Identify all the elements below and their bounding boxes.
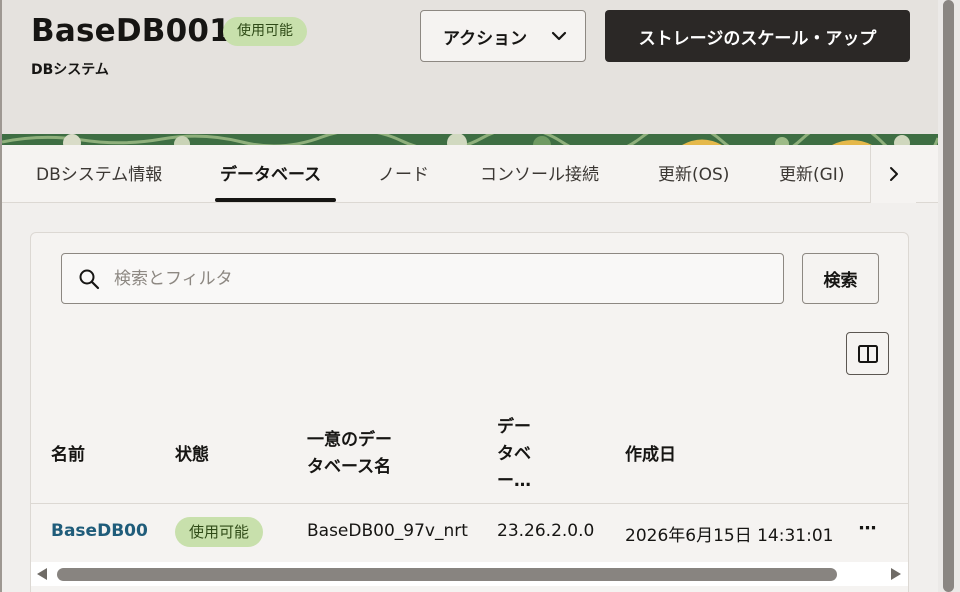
vertical-scrollbar-thumb[interactable]: [943, 0, 954, 592]
column-header-text: ー…: [497, 471, 531, 491]
search-input[interactable]: [114, 254, 774, 303]
tab-console-connection[interactable]: コンソール接続: [480, 145, 599, 203]
scroll-right-arrow-icon[interactable]: [891, 568, 901, 580]
search-button[interactable]: 検索: [802, 253, 879, 304]
decorative-banner: [2, 134, 938, 145]
search-field[interactable]: [61, 253, 784, 304]
columns-icon: [857, 344, 878, 363]
databases-panel: 検索 名前 状態 一意のデー タベース名 デー タベ ー… 作成日 BaseDB…: [30, 232, 909, 592]
column-header-name[interactable]: 名前: [51, 442, 85, 469]
table-horizontal-scrollbar[interactable]: [31, 562, 908, 586]
tab-db-system-info[interactable]: DBシステム情報: [36, 145, 162, 203]
column-header-text: 一意のデー: [307, 430, 392, 450]
resource-type-label: DBシステム: [31, 62, 109, 78]
scrollbar-thumb[interactable]: [57, 568, 837, 581]
column-header-status[interactable]: 状態: [175, 442, 209, 469]
db-version-cell: 23.26.2.0.0: [497, 521, 595, 541]
tab-updates-os[interactable]: 更新(OS): [658, 145, 729, 203]
database-name-link[interactable]: BaseDB00: [51, 521, 148, 541]
row-status-badge: 使用可能: [175, 517, 264, 547]
column-header-text: 作成日: [625, 445, 676, 465]
tab-nodes[interactable]: ノード: [378, 145, 429, 203]
column-header-text: 状態: [175, 445, 209, 465]
page-vertical-scrollbar[interactable]: [938, 0, 960, 592]
actions-button[interactable]: アクション: [420, 10, 586, 62]
unique-db-name-cell: BaseDB00_97v_nrt: [307, 521, 468, 541]
tabs-scroll-right-button[interactable]: [870, 145, 916, 203]
status-badge: 使用可能: [223, 17, 307, 46]
tab-bar: DBシステム情報 データベース ノード コンソール接続 更新(OS) 更新(GI…: [2, 145, 938, 203]
active-tab-indicator: [215, 198, 336, 202]
page-header: BaseDB001 使用可能 DBシステム アクション ストレージのスケール・ア…: [2, 0, 938, 134]
scroll-left-arrow-icon[interactable]: [37, 568, 47, 580]
tab-updates-gi[interactable]: 更新(GI): [779, 145, 844, 203]
column-header-text: 名前: [51, 445, 85, 465]
chevron-down-icon: [551, 31, 567, 41]
page-title: BaseDB001: [31, 13, 231, 49]
row-actions-more-icon[interactable]: ⋯: [853, 518, 883, 544]
column-header-text: デー: [497, 417, 531, 437]
column-header-created[interactable]: 作成日: [625, 442, 676, 469]
column-header-db-version[interactable]: デー タベ ー…: [497, 414, 531, 495]
column-header-text: タベース名: [307, 457, 392, 477]
column-header-text: タベ: [497, 444, 531, 464]
chevron-right-icon: [889, 167, 898, 181]
scale-up-storage-button[interactable]: ストレージのスケール・アップ: [605, 10, 910, 62]
tab-databases[interactable]: データベース: [220, 145, 321, 203]
column-header-unique-db-name[interactable]: 一意のデー タベース名: [307, 427, 392, 481]
created-date-cell: 2026年6月15日 14:31:01: [625, 526, 834, 546]
search-icon: [79, 269, 100, 290]
manage-columns-button[interactable]: [846, 332, 889, 375]
actions-button-label: アクション: [443, 28, 528, 49]
